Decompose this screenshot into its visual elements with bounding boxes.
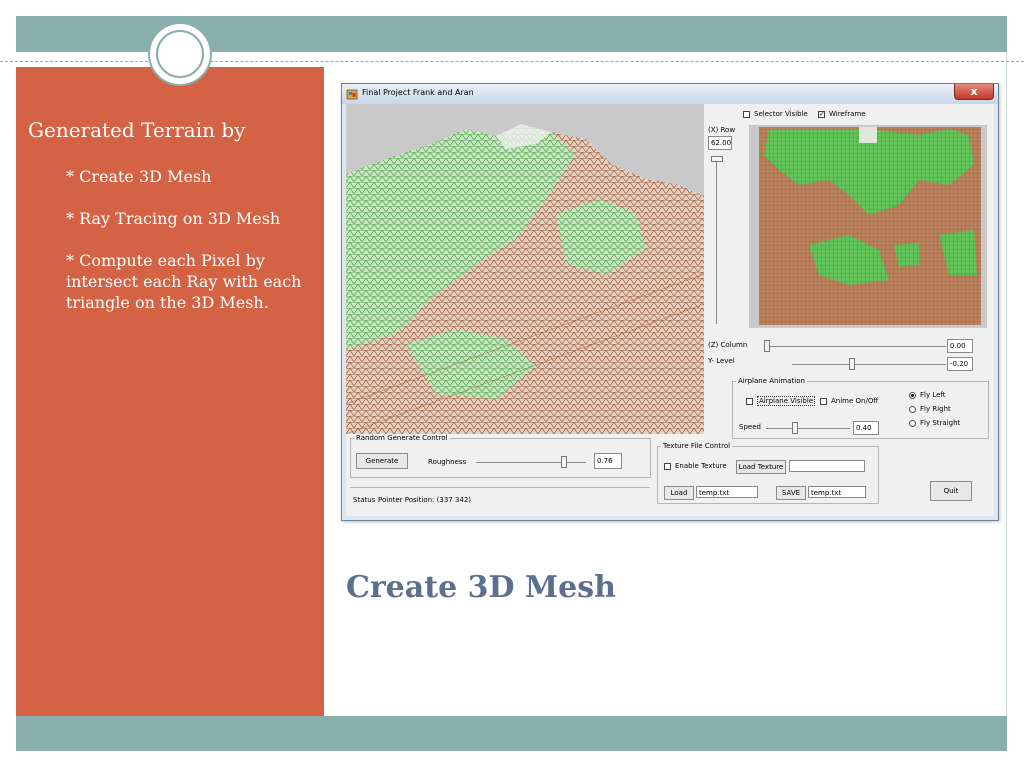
z-column-label: (Z) Column: [708, 341, 748, 349]
terrain-3d-view[interactable]: [346, 104, 704, 434]
bullet-item: * Create 3D Mesh: [66, 167, 212, 186]
z-column-slider-thumb[interactable]: [764, 340, 770, 352]
enable-texture-label: Enable Texture: [675, 462, 727, 470]
x-row-slider-track[interactable]: [716, 156, 717, 324]
z-column-value[interactable]: 0.00: [947, 339, 973, 353]
x-row-value[interactable]: 62.00: [708, 136, 732, 150]
wireframe-checkbox[interactable]: ✓: [818, 111, 825, 118]
terrain-top-view[interactable]: [749, 125, 987, 328]
z-column-slider-track[interactable]: [764, 346, 946, 347]
speed-slider-track[interactable]: [766, 428, 850, 429]
fly-right-label: Fly Right: [920, 405, 951, 413]
window-titlebar[interactable]: Final Project Frank and Aran x: [342, 84, 998, 104]
speed-value[interactable]: 0.40: [853, 421, 879, 435]
right-border: [1006, 52, 1007, 716]
y-level-slider-thumb[interactable]: [849, 358, 855, 370]
status-divider: [350, 487, 650, 488]
decorative-circle-inner: [156, 30, 204, 78]
roughness-slider-track[interactable]: [476, 462, 586, 463]
texture-path-field[interactable]: [789, 460, 865, 472]
fly-left-label: Fly Left: [920, 391, 946, 399]
window-title: Final Project Frank and Aran: [362, 88, 474, 97]
roughness-label: Roughness: [428, 458, 467, 466]
speed-slider-thumb[interactable]: [792, 422, 798, 434]
anime-label: Anime On/Off: [831, 397, 879, 405]
x-row-slider-thumb[interactable]: [711, 156, 723, 162]
selector-visible-checkbox[interactable]: [743, 111, 750, 118]
slide-heading: Generated Terrain by: [28, 118, 246, 142]
fly-right-radio[interactable]: [909, 406, 916, 413]
enable-texture-checkbox[interactable]: [664, 463, 671, 470]
bottom-band: [16, 716, 1007, 751]
y-level-slider-track[interactable]: [792, 364, 946, 365]
random-generate-label: Random Generate Control: [354, 434, 450, 442]
roughness-value[interactable]: 0.76: [594, 453, 622, 469]
fly-straight-radio[interactable]: [909, 420, 916, 427]
selector-visible-label: Selector Visible: [754, 110, 808, 118]
status-text: Pointer Position: (337 342): [378, 496, 472, 504]
speed-label: Speed: [739, 423, 761, 431]
y-level-label: Y- Level: [708, 357, 735, 365]
save-file-field[interactable]: temp.txt: [808, 486, 866, 498]
airplane-visible-label: Airplane Visible: [757, 396, 816, 406]
close-icon: x: [970, 85, 978, 98]
slide-title: Create 3D Mesh: [346, 570, 616, 605]
app-window: Final Project Frank and Aran x Selector …: [341, 83, 999, 521]
airplane-visible-checkbox[interactable]: [746, 398, 753, 405]
app-icon: [346, 89, 358, 100]
load-texture-button[interactable]: Load Texture: [736, 460, 786, 474]
texture-file-label: Texture File Control: [661, 442, 733, 450]
wireframe-label: Wireframe: [829, 110, 866, 118]
anime-checkbox[interactable]: [820, 398, 827, 405]
generate-button[interactable]: Generate: [356, 453, 408, 469]
left-panel: [16, 67, 324, 716]
load-button[interactable]: Load: [664, 486, 694, 500]
bullet-item: * Compute each Pixel by intersect each R…: [66, 251, 302, 312]
bullet-item: * Ray Tracing on 3D Mesh: [66, 209, 281, 228]
quit-button[interactable]: Quit: [930, 481, 972, 501]
roughness-slider-thumb[interactable]: [561, 456, 567, 468]
close-button[interactable]: x: [954, 84, 994, 100]
status-label: Status: [353, 496, 376, 504]
load-file-field[interactable]: temp.txt: [696, 486, 758, 498]
airplane-animation-label: Airplane Animation: [736, 377, 807, 385]
x-row-label: (X) Row: [708, 126, 736, 134]
y-level-value[interactable]: -0.20: [947, 357, 973, 371]
fly-straight-label: Fly Straight: [920, 419, 961, 427]
fly-left-radio[interactable]: [909, 392, 916, 399]
save-button[interactable]: SAVE: [776, 486, 806, 500]
window-client-area: Selector Visible ✓ Wireframe (X) Row 62.…: [346, 104, 994, 516]
